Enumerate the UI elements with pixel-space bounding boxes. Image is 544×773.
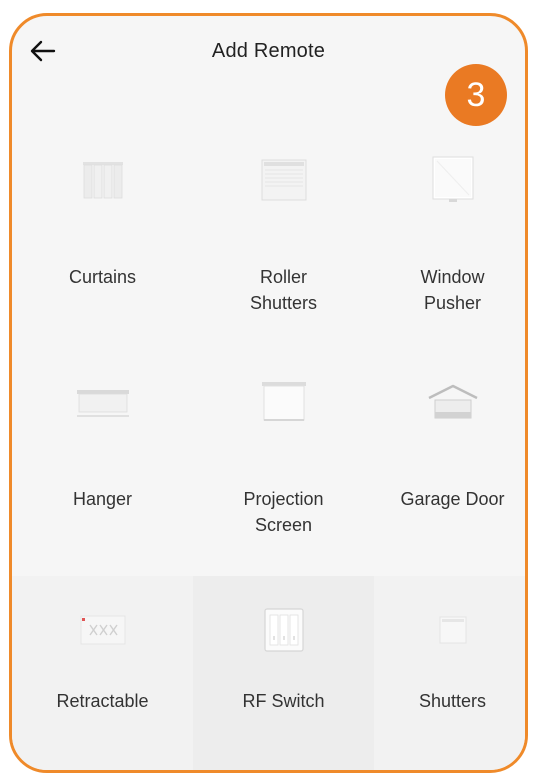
tile-shutters[interactable]: Shutters <box>374 560 525 770</box>
tile-label: Roller Shutters <box>249 267 318 313</box>
tile-curtains[interactable]: Curtains <box>12 116 193 338</box>
tile-rf-switch[interactable]: RF Switch <box>193 560 374 770</box>
tile-window-pusher[interactable]: Window Pusher <box>374 116 525 338</box>
tile-projection-screen[interactable]: Projection Screen <box>193 338 374 560</box>
tile-garage-door[interactable]: Garage Door <box>374 338 525 560</box>
tile-label: Shutters <box>418 691 487 711</box>
rf-switch-icon <box>249 602 319 658</box>
tile-label: Garage Door <box>400 489 505 509</box>
roller-shutters-icon <box>249 152 319 208</box>
hanger-icon <box>68 374 138 430</box>
window-pusher-icon <box>418 152 488 208</box>
garage-door-icon <box>418 374 488 430</box>
projection-screen-icon <box>249 374 319 430</box>
shutters-icon <box>418 602 488 658</box>
tile-roller-shutters[interactable]: Roller Shutters <box>193 116 374 338</box>
tile-hanger[interactable]: Hanger <box>12 338 193 560</box>
remote-type-grid: Curtains Roller Shutters Window Pusher H… <box>12 116 525 770</box>
tile-label: Retractable <box>56 691 149 711</box>
page-title: Add Remote <box>211 40 326 62</box>
retractable-icon <box>68 602 138 658</box>
tile-label: Projection Screen <box>243 489 324 535</box>
tile-label: Hanger <box>72 489 133 509</box>
tile-label: RF Switch <box>242 691 325 711</box>
tile-label: Window Pusher <box>420 267 485 313</box>
tile-label: Curtains <box>68 267 137 287</box>
phone-frame: Add Remote 3 Curtains Roller Shutters Wi… <box>9 13 528 773</box>
tile-retractable[interactable]: Retractable <box>12 560 193 770</box>
curtains-icon <box>68 152 138 208</box>
